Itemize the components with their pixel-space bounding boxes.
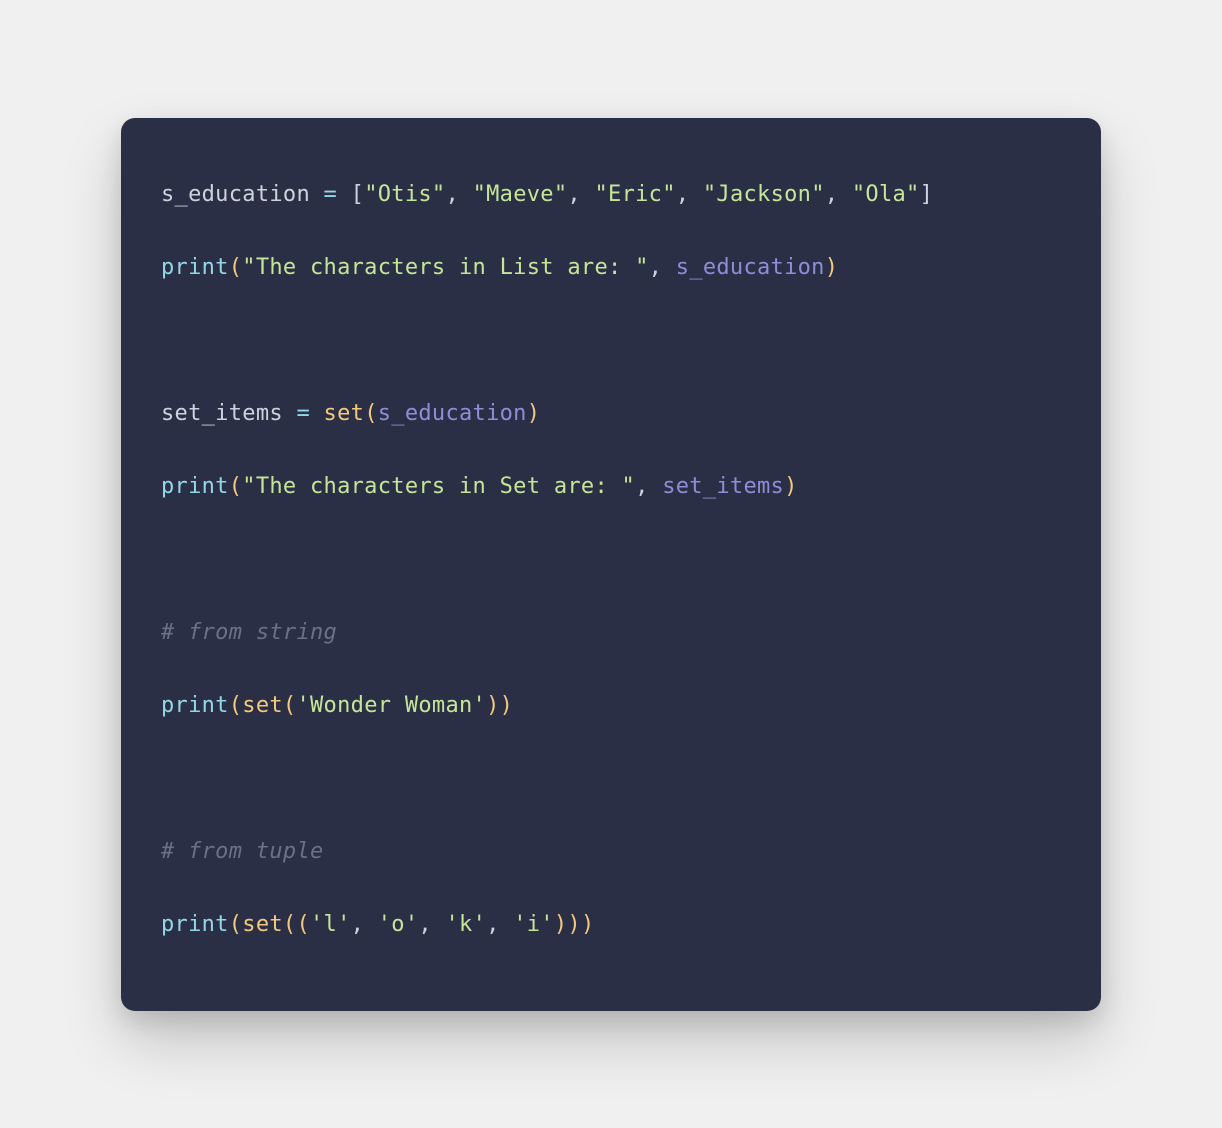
paren-open: (	[229, 912, 243, 937]
comma: ,	[676, 182, 703, 207]
bracket-open: [	[351, 182, 365, 207]
string-literal: "Eric"	[594, 182, 675, 207]
function-set: set	[324, 401, 365, 426]
parameter: s_education	[676, 255, 825, 280]
paren-close: )	[527, 401, 541, 426]
paren-open: (	[364, 401, 378, 426]
comma: ,	[635, 474, 662, 499]
paren-close: )	[825, 255, 839, 280]
paren-close: )	[567, 912, 581, 937]
paren-open: (	[296, 912, 310, 937]
comma: ,	[486, 912, 513, 937]
string-literal: 'i'	[513, 912, 554, 937]
string-literal: "The characters in Set are: "	[242, 474, 635, 499]
blank-line	[161, 543, 1061, 576]
function-set: set	[242, 693, 283, 718]
string-literal: "Jackson"	[703, 182, 825, 207]
function-print: print	[161, 474, 229, 499]
code-line-2: print("The characters in List are: ", s_…	[161, 251, 1061, 284]
function-print: print	[161, 255, 229, 280]
code-line-7: # from tuple	[161, 835, 1061, 868]
comma: ,	[825, 182, 852, 207]
parameter: s_education	[378, 401, 527, 426]
string-literal: "The characters in List are: "	[242, 255, 648, 280]
parameter: set_items	[662, 474, 784, 499]
string-literal: 'k'	[445, 912, 486, 937]
string-literal: "Otis"	[364, 182, 445, 207]
blank-line	[161, 324, 1061, 357]
code-line-8: print(set(('l', 'o', 'k', 'i')))	[161, 908, 1061, 941]
code-block: s_education = ["Otis", "Maeve", "Eric", …	[121, 118, 1101, 1011]
code-line-3: set_items = set(s_education)	[161, 397, 1061, 430]
function-print: print	[161, 693, 229, 718]
comma: ,	[567, 182, 594, 207]
paren-open: (	[283, 912, 297, 937]
paren-close: )	[500, 693, 514, 718]
paren-open: (	[229, 474, 243, 499]
string-literal: "Maeve"	[473, 182, 568, 207]
operator: =	[283, 401, 324, 426]
comma: ,	[649, 255, 676, 280]
paren-open: (	[229, 693, 243, 718]
comma: ,	[418, 912, 445, 937]
paren-close: )	[581, 912, 595, 937]
string-literal: 'l'	[310, 912, 351, 937]
blank-line	[161, 762, 1061, 795]
comma: ,	[351, 912, 378, 937]
function-set: set	[242, 912, 283, 937]
string-literal: 'Wonder Woman'	[296, 693, 486, 718]
paren-open: (	[283, 693, 297, 718]
paren-close: )	[486, 693, 500, 718]
string-literal: 'o'	[378, 912, 419, 937]
comma: ,	[445, 182, 472, 207]
paren-open: (	[229, 255, 243, 280]
variable: set_items	[161, 401, 283, 426]
code-line-6: print(set('Wonder Woman'))	[161, 689, 1061, 722]
code-line-1: s_education = ["Otis", "Maeve", "Eric", …	[161, 178, 1061, 211]
variable: s_education	[161, 182, 310, 207]
comment: # from tuple	[161, 839, 324, 864]
paren-close: )	[784, 474, 798, 499]
function-print: print	[161, 912, 229, 937]
paren-close: )	[554, 912, 568, 937]
string-literal: "Ola"	[852, 182, 920, 207]
bracket-close: ]	[920, 182, 934, 207]
code-line-5: # from string	[161, 616, 1061, 649]
comment: # from string	[161, 620, 337, 645]
code-line-4: print("The characters in Set are: ", set…	[161, 470, 1061, 503]
operator: =	[310, 182, 351, 207]
